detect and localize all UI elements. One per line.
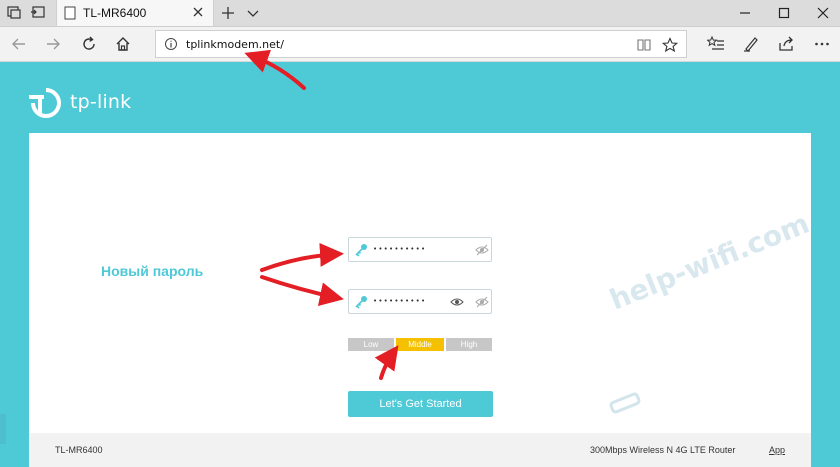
logo-text: tp-link	[70, 91, 132, 113]
more-icon[interactable]	[813, 35, 831, 53]
confirm-password-field[interactable]: ••••••••••	[348, 289, 492, 314]
confirm-password-dots: ••••••••••	[373, 297, 427, 305]
maximize-icon[interactable]	[777, 6, 791, 20]
arrow-left-icon[interactable]	[10, 35, 28, 53]
tab-preview-icon[interactable]	[6, 4, 22, 20]
footer-model: TL-MR6400	[55, 445, 103, 455]
close-icon[interactable]	[191, 5, 205, 19]
router-watermark-icon	[609, 392, 641, 414]
browser-nav-bar: tplinkmodem.net/	[0, 27, 840, 62]
password-strength-meter: Low Middle High	[348, 338, 492, 351]
page-icon	[64, 6, 76, 20]
eye-off-icon[interactable]	[475, 244, 489, 256]
window-close-icon[interactable]	[816, 6, 830, 20]
plus-icon[interactable]	[220, 5, 236, 21]
share-icon[interactable]	[777, 35, 795, 53]
key-icon	[355, 244, 367, 257]
strength-low: Low	[348, 338, 394, 351]
strength-high: High	[446, 338, 492, 351]
set-aside-tabs-icon[interactable]	[30, 4, 46, 20]
lets-get-started-button[interactable]: Let's Get Started	[348, 391, 493, 417]
annotation-label: Новый пароль	[101, 263, 204, 279]
password-dots: ••••••••••	[373, 245, 427, 253]
pen-icon[interactable]	[742, 35, 760, 53]
address-bar[interactable]: tplinkmodem.net/	[155, 30, 687, 58]
tp-link-logo: tp-link	[28, 82, 148, 122]
footer-description: 300Mbps Wireless N 4G LTE Router	[590, 445, 736, 455]
tab-title: TL-MR6400	[83, 6, 147, 20]
tp-link-logo-icon	[29, 88, 61, 118]
arrow-right-icon[interactable]	[44, 35, 62, 53]
star-icon[interactable]	[662, 37, 678, 53]
left-edge-watermark-icon	[0, 414, 6, 444]
book-icon[interactable]	[636, 37, 652, 53]
refresh-icon[interactable]	[80, 35, 98, 53]
address-url[interactable]: tplinkmodem.net/	[186, 38, 284, 51]
home-icon[interactable]	[114, 35, 132, 53]
strength-middle: Middle	[396, 338, 444, 351]
footer-app-link[interactable]: App	[769, 445, 785, 455]
browser-tab-bar: TL-MR6400	[0, 0, 840, 27]
new-password-field[interactable]: ••••••••••	[348, 237, 492, 262]
eye-off-icon[interactable]	[475, 296, 489, 308]
active-tab[interactable]: TL-MR6400	[56, 0, 214, 26]
page-footer: TL-MR6400 300Mbps Wireless N 4G LTE Rout…	[29, 433, 811, 467]
info-icon[interactable]	[164, 37, 178, 51]
favorites-list-icon[interactable]	[707, 35, 725, 53]
chevron-down-icon[interactable]	[245, 5, 261, 21]
key-icon	[355, 296, 367, 309]
eye-icon[interactable]	[450, 296, 464, 308]
minimize-icon[interactable]	[738, 6, 752, 20]
